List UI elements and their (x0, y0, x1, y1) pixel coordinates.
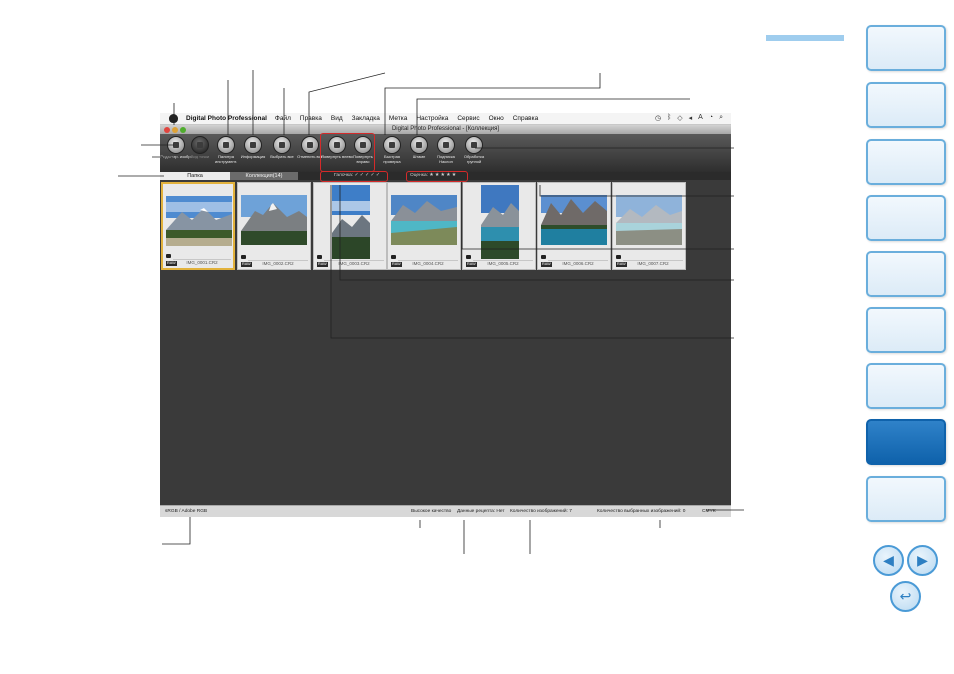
batch-process-icon (465, 136, 483, 154)
tab-collection[interactable]: Коллекция(14) (230, 172, 298, 180)
thumbnail-image (616, 195, 682, 245)
nav-tab-2[interactable] (866, 82, 946, 128)
thumbnail-filename: IMG_0006.CR2 (548, 260, 608, 267)
volume-icon[interactable]: ◂ (689, 114, 693, 122)
menu-tools[interactable]: Сервис (457, 115, 479, 122)
rotate-buttons-highlight (320, 133, 375, 172)
menu-settings[interactable]: Настройка (416, 115, 448, 122)
thumbnail-image (391, 195, 457, 245)
menu-bookmark[interactable]: Закладка (352, 115, 380, 122)
cms-status: CMYK (702, 509, 716, 514)
image-count-status: Количество изображений: 7 (510, 509, 572, 514)
nav-tab-3[interactable] (866, 139, 946, 185)
nav-tab-7[interactable] (866, 363, 946, 409)
next-page-button[interactable]: ▶ (907, 545, 938, 576)
edit-image-icon (167, 136, 185, 154)
stamp-icon (410, 136, 428, 154)
info-button[interactable]: Информация (237, 136, 269, 170)
quality-status: Высокое качество (411, 509, 452, 514)
zoom-window-button[interactable] (180, 126, 186, 133)
batch-process-label: Обработка группой (463, 154, 485, 164)
nav-tab-9[interactable] (866, 476, 946, 522)
toolbar: Редактир. изобр. Вид точки Палитра инстр… (160, 134, 731, 172)
batch-process-button[interactable]: Обработка группой (458, 136, 490, 170)
color-space-status: sRGB / Adobe RGB (165, 509, 208, 514)
thumbnail-1[interactable]: RAW IMG_0001.CR2 (161, 182, 235, 270)
nav-tab-1[interactable] (866, 25, 946, 71)
bluetooth-icon[interactable]: ᛒ (667, 114, 671, 122)
thumbnail-7[interactable]: RAW IMG_0007.CR2 (612, 182, 686, 270)
arrow-left-icon: ◀ (883, 552, 894, 568)
thumbnail-filename: IMG_0005.CR2 (473, 260, 533, 267)
nav-tab-6[interactable] (866, 307, 946, 353)
thumbnail-filename: IMG_0002.CR2 (248, 260, 308, 267)
clock-icon[interactable]: ◔ (709, 114, 713, 122)
select-all-icon (273, 136, 291, 154)
thumbnail-4[interactable]: RAW IMG_0004.CR2 (387, 182, 461, 270)
thumbnail-image (332, 185, 370, 259)
nav-tab-8-active[interactable] (866, 419, 946, 465)
menu-file[interactable]: Файл (275, 115, 291, 122)
thumbnail-filename: IMG_0007.CR2 (623, 260, 683, 267)
trim-angle-icon (437, 136, 455, 154)
return-icon: ↩ (899, 588, 912, 604)
thumbnail-5[interactable]: RAW IMG_0005.CR2 (462, 182, 536, 270)
window-title: Digital Photo Professional - [Коллекция] (391, 126, 500, 132)
info-icon (244, 136, 262, 154)
thumbnail-filename: IMG_0001.CR2 (173, 259, 231, 266)
camera-icon (317, 255, 322, 259)
menubar-status-icons: ◷ ᛒ ◇ ◂ A ◔ ⌕ (655, 114, 723, 122)
menu-label[interactable]: Метка (389, 115, 407, 122)
thumbnail-grid: RAW IMG_0001.CR2 RAW IMG_0002.CR2 RAW IM… (160, 180, 731, 272)
thumbnail-3[interactable]: RAW IMG_0003.CR2 (313, 182, 387, 270)
arrow-right-icon: ▶ (917, 552, 928, 568)
point-view-icon (191, 136, 209, 154)
prev-page-button[interactable]: ◀ (873, 545, 904, 576)
nav-accent-bar (766, 35, 844, 41)
rating-highlight (406, 171, 468, 182)
quick-check-icon (383, 136, 401, 154)
thumbnail-image (166, 196, 232, 246)
return-button[interactable]: ↩ (890, 581, 921, 612)
menu-help[interactable]: Справка (513, 115, 539, 122)
thumbnail-image (541, 195, 607, 245)
input-menu-icon[interactable]: A (698, 114, 703, 122)
thumbnail-6[interactable]: RAW IMG_0006.CR2 (537, 182, 611, 270)
camera-icon (541, 255, 546, 259)
selected-count-status: Количество выбранных изображений: 0 (597, 509, 686, 514)
thumbnail-filename: IMG_0004.CR2 (398, 260, 458, 267)
tool-palette-icon (217, 136, 235, 154)
camera-icon (616, 255, 621, 259)
nav-tab-4[interactable] (866, 195, 946, 241)
menu-view[interactable]: Вид (331, 115, 343, 122)
menu-window[interactable]: Окно (489, 115, 504, 122)
spotlight-icon[interactable]: ⌕ (719, 114, 723, 122)
close-window-button[interactable] (164, 126, 170, 133)
tab-folder[interactable]: Папка (160, 172, 230, 180)
apple-icon[interactable] (169, 114, 178, 123)
status-bar: sRGB / Adobe RGB Высокое качество Данные… (160, 505, 731, 517)
nav-tab-5[interactable] (866, 251, 946, 297)
camera-icon (241, 255, 246, 259)
window-titlebar: Digital Photo Professional - [Коллекция] (160, 125, 731, 134)
mac-menubar: Digital Photo Professional Файл Правка В… (160, 113, 731, 125)
camera-icon (391, 255, 396, 259)
recipe-status: Данные рецепта: Нет (457, 509, 505, 514)
thumbnail-image (481, 185, 519, 259)
deselect-all-icon (301, 136, 319, 154)
thumbnail-2[interactable]: RAW IMG_0002.CR2 (237, 182, 311, 270)
thumbnail-image (241, 195, 307, 245)
check-mark-highlight (320, 171, 388, 182)
info-label: Информация (240, 154, 266, 159)
menu-app-name[interactable]: Digital Photo Professional (186, 115, 267, 122)
menu-edit[interactable]: Правка (300, 115, 322, 122)
minimize-window-button[interactable] (172, 126, 178, 133)
camera-icon (466, 255, 471, 259)
camera-icon (166, 254, 171, 258)
thumbnail-filename: IMG_0003.CR2 (324, 260, 384, 267)
time-machine-icon[interactable]: ◷ (655, 114, 661, 122)
wifi-icon[interactable]: ◇ (677, 114, 682, 122)
